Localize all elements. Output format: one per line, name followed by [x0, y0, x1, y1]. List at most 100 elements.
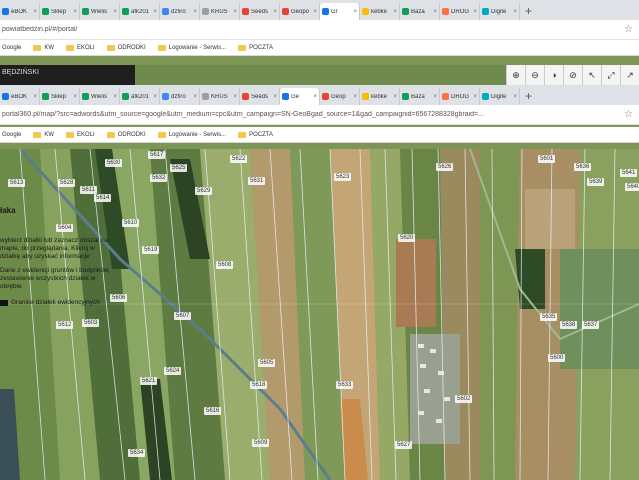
map-tool-icon[interactable]: ⤢: [601, 65, 620, 85]
parcel-number-label[interactable]: 5609: [252, 439, 270, 447]
map-tool-icon[interactable]: ⊘: [563, 65, 582, 85]
parcel-number-label[interactable]: 5601: [538, 155, 556, 163]
bookmark-0[interactable]: Google: [2, 45, 21, 51]
tab-5[interactable]: KRUS ×: [200, 88, 240, 105]
close-icon[interactable]: ×: [153, 9, 157, 15]
close-icon[interactable]: ×: [113, 94, 117, 100]
parcel-number-label[interactable]: 5620: [398, 234, 416, 242]
close-icon[interactable]: ×: [33, 94, 37, 100]
map-tool-icon[interactable]: ↗: [620, 65, 639, 85]
parcel-number-label[interactable]: 5608: [216, 261, 234, 269]
close-icon[interactable]: ×: [33, 9, 37, 15]
parcel-number-label[interactable]: 5606: [110, 294, 128, 302]
parcel-number-label[interactable]: 5617: [148, 151, 166, 159]
tab-7[interactable]: Geopo ×: [280, 3, 320, 20]
map-tool-icon[interactable]: ↖: [582, 65, 601, 85]
parcel-number-label[interactable]: 5604: [56, 224, 74, 232]
tab-11[interactable]: DROG ×: [440, 3, 480, 20]
parcel-number-label[interactable]: 5636: [574, 163, 592, 171]
parcel-number-label[interactable]: 5614: [94, 194, 112, 202]
tab-9[interactable]: kebke ×: [360, 88, 400, 105]
parcel-number-label[interactable]: 5624: [164, 367, 182, 375]
tab-12[interactable]: Digite ×: [480, 3, 520, 20]
new-tab-button[interactable]: +: [520, 88, 537, 105]
close-icon[interactable]: ×: [153, 94, 157, 100]
close-icon[interactable]: ×: [273, 9, 277, 15]
parcel-number-label[interactable]: 5618: [250, 381, 268, 389]
close-icon[interactable]: ×: [473, 9, 477, 15]
parcel-number-label[interactable]: 5634: [128, 449, 146, 457]
parcel-number-label[interactable]: 5622: [230, 155, 248, 163]
bookmark-4[interactable]: Logowanie - Serwis...: [157, 131, 226, 138]
close-icon[interactable]: ×: [513, 94, 517, 100]
bookmark-1[interactable]: KW: [33, 131, 54, 138]
parcel-number-label[interactable]: 5623: [334, 173, 352, 181]
parcel-number-label[interactable]: 5600: [548, 354, 566, 362]
close-icon[interactable]: ×: [513, 9, 517, 15]
new-tab-button[interactable]: +: [520, 3, 537, 20]
close-icon[interactable]: ×: [73, 9, 77, 15]
parcel-number-label[interactable]: 5610: [122, 219, 140, 227]
url-text-front[interactable]: portal360.pl/map/?src=adwords&utm_source…: [2, 111, 624, 118]
close-icon[interactable]: ×: [353, 9, 357, 15]
tab-0[interactable]: eBOK ×: [0, 88, 40, 105]
tab-1[interactable]: Skłep ×: [40, 3, 80, 20]
bookmark-0[interactable]: Google: [2, 132, 21, 138]
parcel-number-label[interactable]: 5611: [80, 186, 97, 194]
parcel-number-label[interactable]: 5603: [82, 319, 100, 327]
close-icon[interactable]: ×: [393, 94, 397, 100]
tab-0[interactable]: eBOK ×: [0, 3, 40, 20]
parcel-number-label[interactable]: 5641: [620, 169, 638, 177]
close-icon[interactable]: ×: [113, 9, 117, 15]
close-icon[interactable]: ×: [353, 94, 357, 100]
parcel-number-label[interactable]: 5631: [248, 177, 266, 185]
close-icon[interactable]: ×: [73, 94, 77, 100]
parcel-number-label[interactable]: 5635: [540, 313, 558, 321]
close-icon[interactable]: ×: [233, 9, 237, 15]
bookmark-2[interactable]: EKOLI: [66, 44, 95, 51]
map-tool-icon[interactable]: ⊖: [525, 65, 544, 85]
close-icon[interactable]: ×: [193, 94, 197, 100]
tab-5[interactable]: KRUS ×: [200, 3, 240, 20]
parcel-number-label[interactable]: 5629: [195, 187, 213, 195]
map-tool-icon[interactable]: ⊕: [506, 65, 525, 85]
bookmark-5[interactable]: POCZTA: [238, 131, 273, 138]
bookmark-4[interactable]: Logowanie - Serwis...: [157, 44, 226, 51]
tab-4[interactable]: dzfiro ×: [160, 3, 200, 20]
parcel-number-label[interactable]: 5638: [560, 321, 578, 329]
tab-6[interactable]: Seeds ×: [240, 3, 280, 20]
parcel-number-label[interactable]: 5605: [258, 359, 276, 367]
tab-10[interactable]: Baza ×: [400, 3, 440, 20]
parcel-number-label[interactable]: 5619: [142, 246, 160, 254]
bookmark-2[interactable]: EKOLI: [66, 131, 95, 138]
tab-9[interactable]: kebke ×: [360, 3, 400, 20]
bookmark-star-icon[interactable]: ☆: [624, 109, 639, 120]
tab-4[interactable]: dzfiro ×: [160, 88, 200, 105]
close-icon[interactable]: ×: [193, 9, 197, 15]
bookmark-3[interactable]: ODRODKI: [106, 131, 146, 138]
url-text[interactable]: powiatbedzin.pl/#/portal/: [2, 26, 624, 33]
tab-1[interactable]: Skłep ×: [40, 88, 80, 105]
map-tool-icon[interactable]: ◑: [544, 65, 563, 85]
tab-12[interactable]: Digite ×: [480, 88, 520, 105]
close-icon[interactable]: ×: [433, 9, 437, 15]
close-icon[interactable]: ×: [393, 9, 397, 15]
parcel-number-label[interactable]: 5639: [587, 178, 605, 186]
tab-3[interactable]: afk201 ×: [120, 3, 160, 20]
close-icon[interactable]: ×: [273, 94, 277, 100]
parcel-number-label[interactable]: 5640: [625, 183, 639, 191]
parcel-map[interactable]: łaka wybierz działki lub zaznacz obszar …: [0, 149, 639, 480]
close-icon[interactable]: ×: [233, 94, 237, 100]
bookmark-3[interactable]: ODRODKI: [106, 44, 146, 51]
tab-8[interactable]: Geop ×: [320, 88, 360, 105]
address-bar[interactable]: powiatbedzin.pl/#/portal/ ☆: [0, 20, 639, 40]
close-icon[interactable]: ×: [313, 94, 317, 100]
parcel-number-label[interactable]: 5613: [8, 179, 26, 187]
parcel-number-label[interactable]: 5626: [436, 163, 454, 171]
parcel-number-label[interactable]: 5633: [336, 381, 354, 389]
bookmark-1[interactable]: KW: [33, 44, 54, 51]
address-bar-front[interactable]: portal360.pl/map/?src=adwords&utm_source…: [0, 105, 639, 125]
parcel-number-label[interactable]: 5630: [105, 159, 123, 167]
parcel-number-label[interactable]: 5625: [170, 164, 188, 172]
close-icon[interactable]: ×: [433, 94, 437, 100]
